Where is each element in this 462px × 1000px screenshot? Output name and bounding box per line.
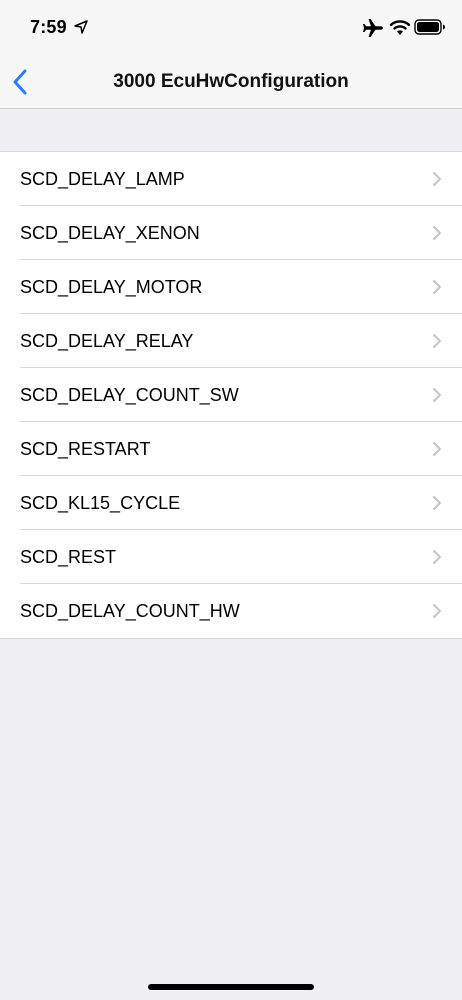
list-item-label: SCD_REST xyxy=(20,547,117,567)
airplane-icon xyxy=(363,19,383,37)
chevron-right-icon xyxy=(433,496,441,510)
list-item[interactable]: SCD_RESTART xyxy=(0,422,462,476)
status-bar: 7:59 xyxy=(0,0,462,54)
chevron-right-icon xyxy=(433,550,441,564)
list-item-label: SCD_DELAY_MOTOR xyxy=(20,277,203,297)
navigation-bar: 3000 EcuHwConfiguration xyxy=(0,54,462,109)
location-arrow-icon xyxy=(74,20,88,34)
list-item[interactable]: SCD_REST xyxy=(0,530,462,584)
chevron-right-icon xyxy=(433,280,441,294)
config-list: SCD_DELAY_LAMP SCD_DELAY_XENON SCD_DELAY_M… xyxy=(0,151,462,639)
chevron-right-icon xyxy=(433,604,441,618)
chevron-right-icon xyxy=(433,226,441,240)
page-title: 3000 EcuHwConfiguration xyxy=(113,71,349,92)
list-item[interactable]: SCD_DELAY_LAMP xyxy=(0,152,462,206)
list-item[interactable]: SCD_DELAY_COUNT_SW xyxy=(0,368,462,422)
list-item-label: SCD_DELAY_LAMP xyxy=(20,169,185,189)
list-item-label: SCD_DELAY_COUNT_SW xyxy=(20,385,239,405)
list-item[interactable]: SCD_DELAY_MOTOR xyxy=(0,260,462,314)
battery-icon xyxy=(414,19,445,35)
list-item[interactable]: SCD_DELAY_XENON xyxy=(0,206,462,260)
chevron-right-icon xyxy=(433,442,441,456)
list-item[interactable]: SCD_DELAY_RELAY xyxy=(0,314,462,368)
home-indicator[interactable] xyxy=(148,984,314,990)
list-item-label: SCD_DELAY_XENON xyxy=(20,223,200,243)
wifi-icon xyxy=(389,20,411,35)
chevron-right-icon xyxy=(433,334,441,348)
list-item[interactable]: SCD_DELAY_COUNT_HW xyxy=(0,584,462,638)
app-screen: 7:59 3000 EcuHwConfiguration SCD_DELAY_L… xyxy=(0,0,462,1000)
chevron-right-icon xyxy=(433,388,441,402)
status-time: 7:59 xyxy=(30,17,67,37)
list-item-label: SCD_RESTART xyxy=(20,439,151,459)
list-item-label: SCD_KL15_CYCLE xyxy=(20,493,181,513)
chevron-right-icon xyxy=(433,172,441,186)
list-item-label: SCD_DELAY_COUNT_HW xyxy=(20,601,240,621)
list-item[interactable]: SCD_KL15_CYCLE xyxy=(0,476,462,530)
list-item-label: SCD_DELAY_RELAY xyxy=(20,331,194,351)
